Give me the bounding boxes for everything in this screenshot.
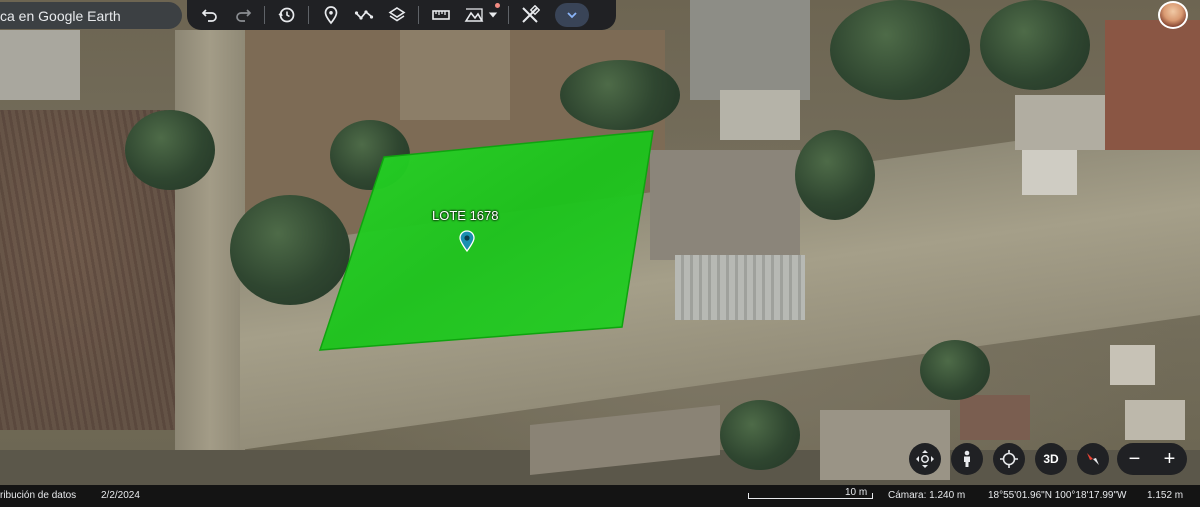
undo-icon bbox=[201, 9, 217, 22]
building-roof bbox=[1110, 345, 1155, 385]
tree bbox=[795, 130, 875, 220]
search-text: ca en Google Earth bbox=[0, 7, 121, 24]
imagery-date: 2/2/2024 bbox=[101, 490, 140, 501]
tree bbox=[980, 0, 1090, 90]
coordinates: 18°55'01.96"N 100°18'17.99"W bbox=[988, 490, 1127, 501]
undo-button[interactable] bbox=[196, 1, 224, 29]
toolbar-divider bbox=[418, 6, 419, 24]
placemark-label[interactable]: LOTE 1678 bbox=[432, 208, 499, 223]
tree bbox=[230, 195, 350, 305]
map-style-button[interactable] bbox=[460, 1, 488, 29]
zoom-out-button[interactable]: − bbox=[1120, 444, 1150, 474]
building-roof bbox=[1105, 20, 1200, 150]
chevron-down-icon bbox=[488, 12, 498, 18]
data-attribution-link[interactable]: ribución de datos bbox=[0, 490, 76, 501]
three-d-toggle[interactable]: 3D bbox=[1035, 443, 1067, 475]
tree bbox=[720, 400, 800, 470]
measure-button[interactable] bbox=[427, 1, 455, 29]
add-placemark-button[interactable] bbox=[317, 1, 345, 29]
compass-icon bbox=[1087, 453, 1099, 465]
placemark-icon bbox=[324, 6, 337, 25]
elevation: 1.152 m bbox=[1147, 490, 1184, 501]
toolbar-divider bbox=[264, 6, 265, 24]
more-options-button[interactable] bbox=[554, 3, 589, 27]
layers-icon bbox=[388, 7, 405, 22]
search-input[interactable]: ca en Google Earth bbox=[0, 2, 182, 29]
ruler-icon bbox=[431, 10, 450, 20]
location-target-icon bbox=[1000, 450, 1018, 468]
scale-label: 10 m bbox=[845, 487, 868, 498]
top-toolbar bbox=[187, 0, 616, 30]
redo-button[interactable] bbox=[229, 1, 257, 29]
path-icon bbox=[354, 10, 373, 20]
notification-dot bbox=[495, 3, 500, 8]
building-roof bbox=[675, 255, 805, 320]
zoom-in-button[interactable]: + bbox=[1155, 444, 1185, 474]
layers-button[interactable] bbox=[383, 1, 411, 29]
three-d-label: 3D bbox=[1043, 452, 1059, 466]
tools-button[interactable] bbox=[516, 1, 544, 29]
building-roof bbox=[650, 150, 800, 260]
tools-icon bbox=[522, 5, 540, 23]
draw-path-button[interactable] bbox=[350, 1, 378, 29]
pegman-icon bbox=[964, 450, 970, 467]
camera-altitude: Cámara: 1.240 m bbox=[888, 490, 966, 501]
building-roof bbox=[400, 30, 510, 120]
compass-button[interactable] bbox=[1077, 443, 1109, 475]
building-roof bbox=[690, 0, 810, 100]
pan-button[interactable] bbox=[909, 443, 941, 475]
redo-icon bbox=[235, 9, 251, 22]
street-view-button[interactable] bbox=[951, 443, 983, 475]
building-roof bbox=[1022, 150, 1077, 195]
pan-arrows-icon bbox=[916, 450, 934, 468]
building-roof bbox=[0, 30, 80, 100]
tree bbox=[920, 340, 990, 400]
avatar[interactable] bbox=[1158, 1, 1188, 29]
map-style-icon bbox=[464, 8, 483, 22]
tree bbox=[560, 60, 680, 130]
tree bbox=[125, 110, 215, 190]
toolbar-divider bbox=[308, 6, 309, 24]
history-button[interactable] bbox=[273, 1, 301, 29]
building-roof bbox=[1015, 95, 1105, 150]
building-roof bbox=[720, 90, 800, 140]
building-roof bbox=[960, 395, 1030, 440]
history-icon bbox=[278, 7, 294, 23]
placemark-pin-icon[interactable] bbox=[459, 230, 475, 252]
my-location-button[interactable] bbox=[993, 443, 1025, 475]
building-roof bbox=[1125, 400, 1185, 440]
zoom-controls: − + bbox=[1117, 443, 1187, 475]
status-bar: ribución de datos 2/2/2024 10 m Cámara: … bbox=[0, 485, 1200, 507]
satellite-map[interactable] bbox=[0, 0, 1200, 507]
toolbar-divider bbox=[507, 6, 509, 24]
tree bbox=[830, 0, 970, 100]
expand-more-icon bbox=[566, 12, 577, 19]
map-style-dropdown[interactable] bbox=[486, 1, 500, 29]
tree bbox=[330, 120, 410, 190]
